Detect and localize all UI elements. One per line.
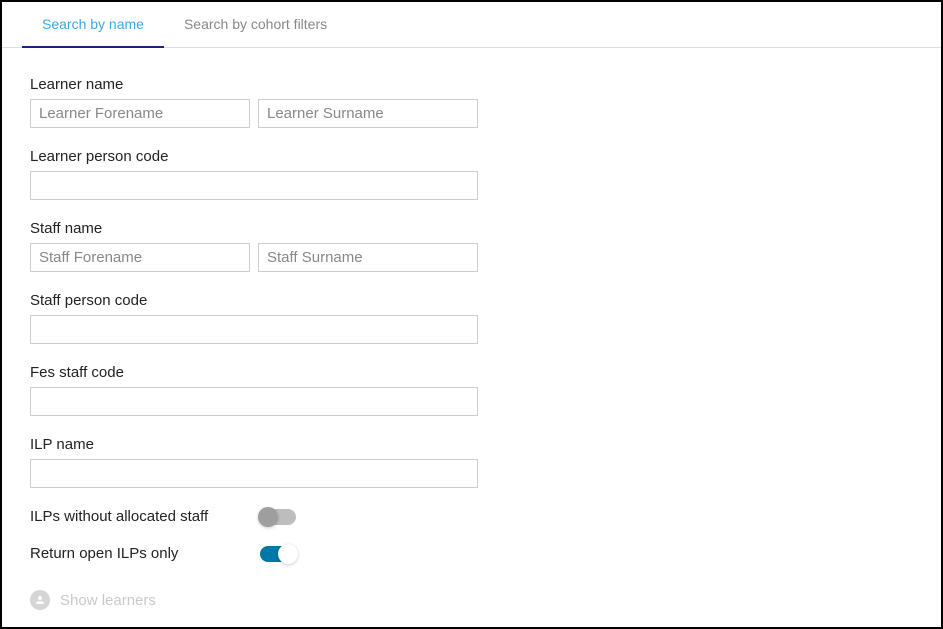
show-learners-button[interactable]: Show learners: [30, 590, 913, 610]
learner-forename-input[interactable]: [30, 99, 250, 128]
staff-name-group: Staff name: [30, 220, 913, 272]
fes-staff-code-input[interactable]: [30, 387, 478, 416]
tab-search-by-name[interactable]: Search by name: [22, 2, 164, 48]
learner-person-code-input[interactable]: [30, 171, 478, 200]
person-icon: [30, 590, 50, 610]
search-tabs: Search by name Search by cohort filters: [2, 2, 941, 48]
ilps-without-staff-toggle[interactable]: [260, 509, 296, 525]
staff-surname-input[interactable]: [258, 243, 478, 272]
staff-person-code-input[interactable]: [30, 315, 478, 344]
ilps-without-staff-row: ILPs without allocated staff: [30, 508, 913, 525]
staff-name-label: Staff name: [30, 220, 913, 237]
learner-surname-input[interactable]: [258, 99, 478, 128]
learner-person-code-group: Learner person code: [30, 148, 913, 200]
staff-forename-input[interactable]: [30, 243, 250, 272]
search-form: Learner name Learner person code Staff n…: [2, 48, 941, 610]
staff-person-code-label: Staff person code: [30, 292, 913, 309]
learner-person-code-label: Learner person code: [30, 148, 913, 165]
show-learners-label: Show learners: [60, 592, 156, 609]
return-open-ilps-row: Return open ILPs only: [30, 545, 913, 562]
ilp-name-input[interactable]: [30, 459, 478, 488]
learner-name-label: Learner name: [30, 76, 913, 93]
fes-staff-code-group: Fes staff code: [30, 364, 913, 416]
ilps-without-staff-label: ILPs without allocated staff: [30, 508, 260, 525]
tab-search-by-cohort-filters[interactable]: Search by cohort filters: [164, 2, 347, 48]
return-open-ilps-label: Return open ILPs only: [30, 545, 260, 562]
staff-person-code-group: Staff person code: [30, 292, 913, 344]
ilp-name-label: ILP name: [30, 436, 913, 453]
return-open-ilps-toggle[interactable]: [260, 546, 296, 562]
fes-staff-code-label: Fes staff code: [30, 364, 913, 381]
ilp-name-group: ILP name: [30, 436, 913, 488]
learner-name-group: Learner name: [30, 76, 913, 128]
